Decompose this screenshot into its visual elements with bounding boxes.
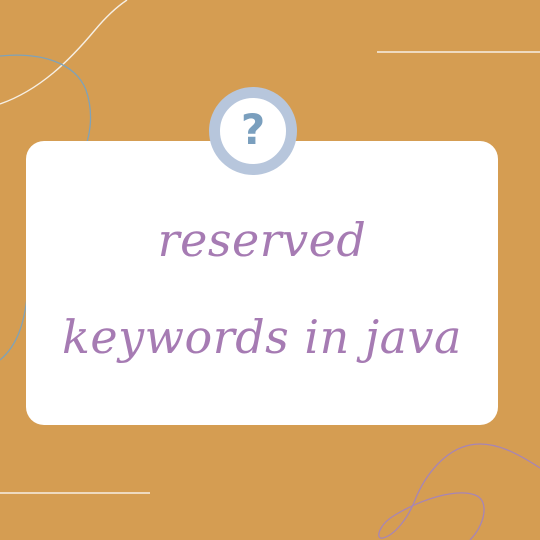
question-badge: ? bbox=[209, 87, 297, 175]
title-line-1: reserved bbox=[157, 213, 367, 267]
graphic-canvas: ? reserved keywords in java bbox=[0, 0, 540, 540]
question-mark-icon: ? bbox=[240, 105, 266, 154]
title-line-2: keywords in java bbox=[62, 310, 462, 364]
title-card bbox=[26, 141, 498, 425]
